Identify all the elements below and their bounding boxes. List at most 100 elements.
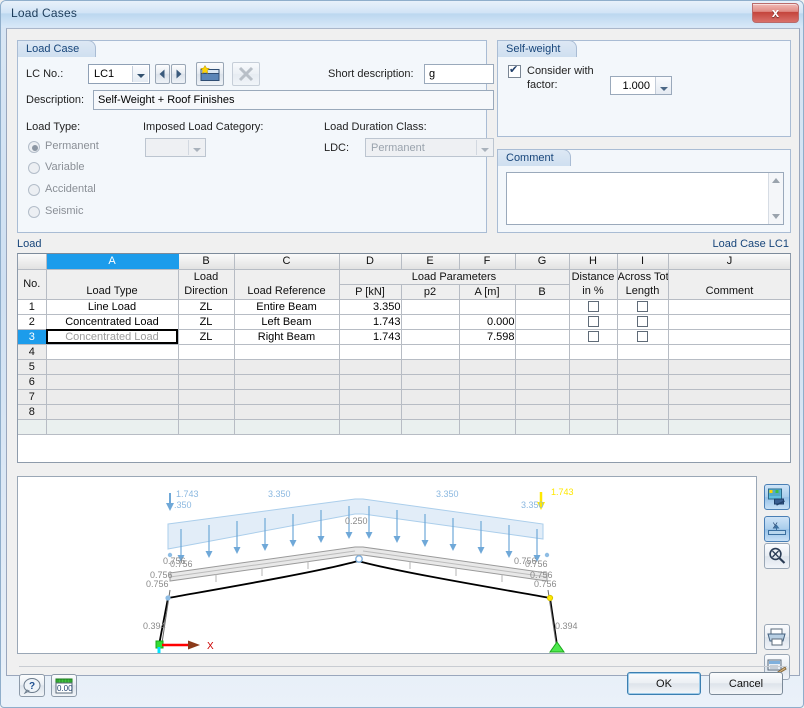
cell-comment[interactable] <box>668 314 790 330</box>
cell-empty[interactable] <box>617 389 669 405</box>
cell-empty[interactable] <box>339 389 402 405</box>
table-row-empty[interactable]: 7 <box>18 389 790 405</box>
cell-empty[interactable] <box>668 404 790 420</box>
previous-load-case-button[interactable] <box>155 64 170 84</box>
row-number[interactable]: 6 <box>18 374 47 390</box>
load-grid[interactable]: A B C D E F G H I J No. Load Load Parame… <box>17 253 791 463</box>
cell-reference[interactable]: Entire Beam <box>234 299 340 315</box>
delete-load-case-button[interactable] <box>232 62 260 86</box>
cell-p2[interactable] <box>401 329 460 345</box>
cell-b[interactable] <box>515 329 570 345</box>
description-input[interactable] <box>93 90 494 110</box>
row-number[interactable]: 8 <box>18 404 47 420</box>
cell-empty[interactable] <box>178 374 235 390</box>
cell-empty[interactable] <box>401 344 460 360</box>
cell-load-type[interactable]: Concentrated Load <box>46 329 179 345</box>
cell-empty[interactable] <box>339 344 402 360</box>
dimension-button[interactable]: X <box>764 516 790 542</box>
cell-a[interactable] <box>459 299 516 315</box>
cancel-button[interactable]: Cancel <box>709 672 783 695</box>
cell-across-checkbox[interactable] <box>617 314 669 330</box>
cell-empty[interactable] <box>569 389 618 405</box>
cell-empty[interactable] <box>515 344 570 360</box>
cell-empty[interactable] <box>401 389 460 405</box>
cell-empty[interactable] <box>668 374 790 390</box>
self-weight-factor-field[interactable]: 1.000 <box>610 76 672 95</box>
cell-empty[interactable] <box>178 404 235 420</box>
cell-empty[interactable] <box>617 359 669 375</box>
table-row[interactable]: 1 Line Load ZL Entire Beam 3.350 <box>18 299 790 315</box>
cell-empty[interactable] <box>234 389 340 405</box>
cell-direction[interactable]: ZL <box>178 314 235 330</box>
next-load-case-button[interactable] <box>171 64 186 84</box>
table-row[interactable]: 3 Concentrated Load ZL Right Beam 1.743 … <box>18 329 790 345</box>
cell-comment[interactable] <box>668 329 790 345</box>
cell-empty[interactable] <box>401 374 460 390</box>
cell-empty[interactable] <box>459 404 516 420</box>
comment-textarea[interactable] <box>506 172 784 225</box>
cell-empty[interactable] <box>339 374 402 390</box>
cell-direction[interactable]: ZL <box>178 299 235 315</box>
print-button[interactable] <box>764 624 790 650</box>
cell-empty[interactable] <box>401 359 460 375</box>
cell-empty[interactable] <box>617 404 669 420</box>
cell-empty[interactable] <box>46 404 179 420</box>
cell-empty[interactable] <box>401 404 460 420</box>
zoom-reset-button[interactable] <box>764 543 790 569</box>
cell-empty[interactable] <box>339 404 402 420</box>
comment-scrollbar[interactable] <box>768 173 783 224</box>
cell-p[interactable]: 3.350 <box>339 299 402 315</box>
column-header-B[interactable]: B <box>178 254 235 270</box>
cell-empty[interactable] <box>46 344 179 360</box>
cell-p[interactable]: 1.743 <box>339 314 402 330</box>
cell-empty[interactable] <box>459 344 516 360</box>
cell-empty[interactable] <box>617 374 669 390</box>
cell-empty[interactable] <box>339 359 402 375</box>
table-row[interactable]: 2 Concentrated Load ZL Left Beam 1.743 0… <box>18 314 790 330</box>
cell-empty[interactable] <box>515 374 570 390</box>
ldc-combo[interactable]: Permanent <box>365 138 494 157</box>
cell-p2[interactable] <box>401 314 460 330</box>
cell-a[interactable]: 0.000 <box>459 314 516 330</box>
cell-b[interactable] <box>515 299 570 315</box>
cell-empty[interactable] <box>46 374 179 390</box>
cell-empty[interactable] <box>46 389 179 405</box>
cell-empty[interactable] <box>234 344 340 360</box>
cell-empty[interactable] <box>569 344 618 360</box>
cell-p2[interactable] <box>401 299 460 315</box>
row-number[interactable]: 1 <box>18 299 47 315</box>
cell-comment[interactable] <box>668 299 790 315</box>
cell-distance-checkbox[interactable] <box>569 329 618 345</box>
column-header-A[interactable]: A <box>46 254 179 270</box>
column-header-I[interactable]: I <box>617 254 669 270</box>
cell-empty[interactable] <box>515 359 570 375</box>
units-settings-button[interactable]: 0.00 <box>51 674 77 697</box>
corner-cell[interactable] <box>18 254 47 270</box>
column-header-D[interactable]: D <box>339 254 402 270</box>
column-header-F[interactable]: F <box>459 254 516 270</box>
structure-graphic-panel[interactable]: 1.743 .350 3.350 3.350 3.350 1.743 3.350… <box>17 476 757 654</box>
cell-empty[interactable] <box>668 389 790 405</box>
cell-distance-checkbox[interactable] <box>569 314 618 330</box>
cell-empty[interactable] <box>459 359 516 375</box>
row-number[interactable]: 7 <box>18 389 47 405</box>
cell-empty[interactable] <box>234 374 340 390</box>
cell-p[interactable]: 1.743 <box>339 329 402 345</box>
cell-across-checkbox[interactable] <box>617 299 669 315</box>
cell-empty[interactable] <box>668 344 790 360</box>
cell-direction[interactable]: ZL <box>178 329 235 345</box>
new-load-case-button[interactable] <box>196 62 224 86</box>
ok-button[interactable]: OK <box>627 672 701 695</box>
cell-reference[interactable]: Left Beam <box>234 314 340 330</box>
cell-b[interactable] <box>515 314 570 330</box>
cell-empty[interactable] <box>234 404 340 420</box>
cell-empty[interactable] <box>569 404 618 420</box>
cell-empty[interactable] <box>515 404 570 420</box>
cell-empty[interactable] <box>46 359 179 375</box>
cell-load-type[interactable]: Line Load <box>46 299 179 315</box>
cell-distance-checkbox[interactable] <box>569 299 618 315</box>
cell-reference[interactable]: Right Beam <box>234 329 340 345</box>
consider-self-weight-checkbox[interactable] <box>508 63 521 78</box>
cell-a[interactable]: 7.598 <box>459 329 516 345</box>
cell-across-checkbox[interactable] <box>617 329 669 345</box>
